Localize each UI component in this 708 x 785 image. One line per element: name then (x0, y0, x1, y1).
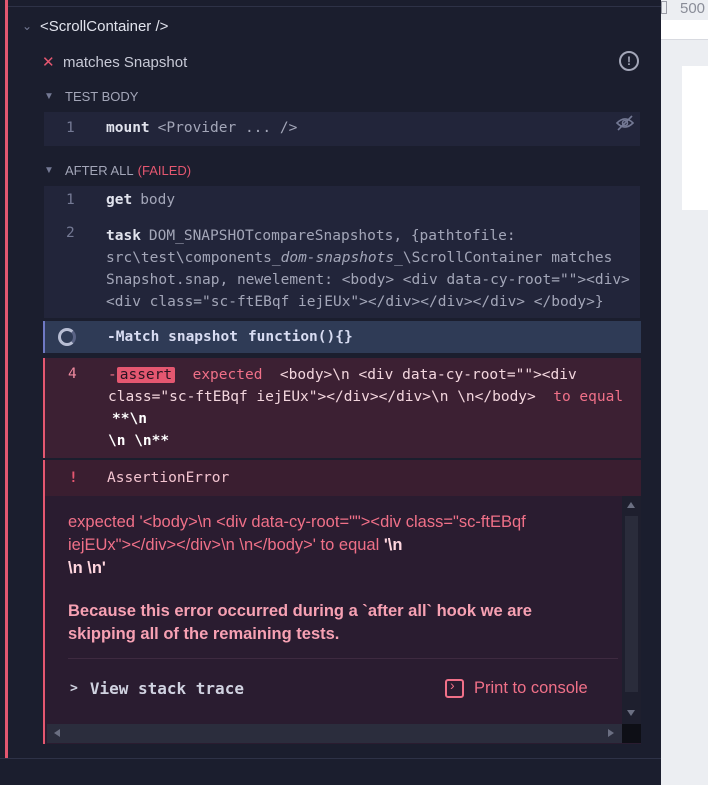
command-row-mount[interactable]: 1 mount <Provider ... /> (44, 120, 640, 136)
horizontal-scrollbar[interactable] (47, 724, 622, 743)
command-number: 2 (66, 225, 75, 241)
test-body-commands: 1 mount <Provider ... /> (44, 112, 640, 146)
error-message-line2-bold: '\n (383, 536, 403, 554)
assert-message: - assert expected <body>\n <div data-cy-r… (108, 364, 633, 452)
command-number: 4 (68, 366, 77, 382)
viewport-width-label: 500 (680, 0, 706, 17)
error-message: expected '<body>\n <div data-cy-root="">… (68, 511, 593, 580)
after-all-header[interactable]: ▼ AFTER ALL (FAILED) (44, 160, 191, 180)
command-row-task[interactable]: 2 task DOM_SNAPSHOTcompareSnapshots, {pat… (44, 225, 640, 313)
suite-header[interactable]: ⌄ <ScrollContainer /> (22, 14, 168, 38)
error-panel: expected '<body>\n <div data-cy-root="">… (43, 496, 641, 744)
task-message-line2-em: dom-snapshots (280, 250, 395, 266)
failed-indicator-strip (5, 0, 8, 758)
error-message-line2: iejEUx"></div></div>\n \n</body>' to equ… (68, 536, 384, 554)
scroll-left-icon[interactable] (54, 729, 60, 737)
chevron-down-icon: ▼ (44, 90, 54, 102)
task-message: task DOM_SNAPSHOTcompareSnapshots, {patht… (106, 225, 636, 313)
error-header: ! AssertionError (43, 460, 641, 496)
error-name: AssertionError (107, 470, 230, 486)
test-header[interactable]: ✕ matches Snapshot ! (42, 50, 642, 74)
assert-bold-line2: **\n (112, 411, 147, 427)
scroll-right-icon[interactable] (608, 729, 614, 737)
vertical-scrollbar[interactable] (622, 496, 641, 724)
task-message-line1: DOM_SNAPSHOTcompareSnapshots, {pathtofil… (148, 228, 516, 244)
command-row-get[interactable]: 1 get body (44, 192, 640, 208)
assert-value-line1: <body>\n <div data-cy-root=""><div (279, 367, 577, 383)
after-all-status: (FAILED) (137, 162, 192, 178)
suite-title: <ScrollContainer /> (40, 17, 169, 35)
command-number: 1 (66, 192, 75, 208)
error-message-line3-bold: \n \n' (68, 559, 106, 577)
top-divider (8, 6, 661, 7)
command-name: get (106, 192, 133, 208)
command-name: mount (106, 120, 150, 136)
error-bang-icon: ! (69, 470, 78, 486)
assert-dash: - (108, 367, 117, 383)
scrollbar-corner (622, 724, 641, 743)
viewport-icon (661, 1, 667, 14)
command-log-panel: ⌄ <ScrollContainer /> ✕ matches Snapshot… (0, 0, 661, 785)
test-body-header[interactable]: ▼ TEST BODY (44, 86, 138, 106)
failed-x-icon: ✕ (42, 54, 55, 71)
preview-card (682, 66, 708, 210)
error-message-line1: expected '<body>\n <div data-cy-root="">… (68, 513, 526, 531)
error-divider (68, 658, 618, 659)
view-stack-trace-button[interactable]: > View stack trace (70, 679, 244, 698)
task-message-line2-post: _\ScrollContainer matches (394, 250, 613, 266)
scrollbar-thumb[interactable] (625, 516, 638, 692)
view-stack-trace-label: View stack trace (89, 679, 244, 698)
after-all-commands: 1 get body 2 task DOM_SNAPSHOTcompareSnap… (44, 186, 640, 318)
task-message-line4: <div class="sc-ftEBqf iejEUx"></div></di… (106, 294, 604, 310)
assert-expected: expected (192, 367, 263, 383)
assert-tag: assert (116, 367, 176, 383)
test-body-heading: TEST BODY (65, 88, 139, 104)
scroll-up-icon[interactable] (627, 502, 635, 508)
assert-value-line2: class="sc-ftEBqf iejEUx"></div></div>\n … (108, 389, 536, 405)
print-to-console-button[interactable]: Print to console (445, 677, 588, 698)
match-snapshot-fn: function(){} (247, 329, 353, 345)
info-icon[interactable]: ! (619, 51, 639, 71)
chevron-down-icon: ▼ (44, 164, 54, 176)
scroll-down-icon[interactable] (627, 710, 635, 716)
print-to-console-label: Print to console (474, 679, 588, 697)
terminal-icon (445, 677, 464, 698)
command-message: <Provider ... /> (157, 120, 298, 136)
test-title: matches Snapshot (63, 53, 188, 71)
assert-to-equal: to equal (553, 389, 624, 405)
match-snapshot-row[interactable]: -Match snapshot function(){} (43, 321, 641, 353)
command-message: body (140, 192, 176, 208)
chevron-down-icon: ⌄ (22, 19, 33, 33)
chevron-right-icon: > (70, 681, 78, 696)
command-number: 1 (66, 120, 75, 136)
loading-spinner-icon (58, 328, 76, 346)
task-message-line2-pre: src\test\components_ (106, 250, 281, 266)
bottom-bar (0, 758, 661, 785)
after-all-heading: AFTER ALL (65, 162, 134, 178)
assert-bold-line3: \n \n** (108, 433, 170, 449)
preview-toolbar (661, 20, 708, 40)
match-snapshot-label: -Match snapshot (107, 329, 238, 345)
eye-slash-icon[interactable] (615, 115, 635, 131)
command-name: task (106, 228, 141, 244)
app-preview-strip: 500 (661, 0, 708, 785)
assert-row[interactable]: 4 - assert expected <body>\n <div data-cy… (43, 358, 641, 458)
error-note: Because this error occurred during a `af… (68, 602, 532, 643)
task-message-line3: Snapshot.snap, newelement: <body> <div d… (106, 272, 630, 288)
